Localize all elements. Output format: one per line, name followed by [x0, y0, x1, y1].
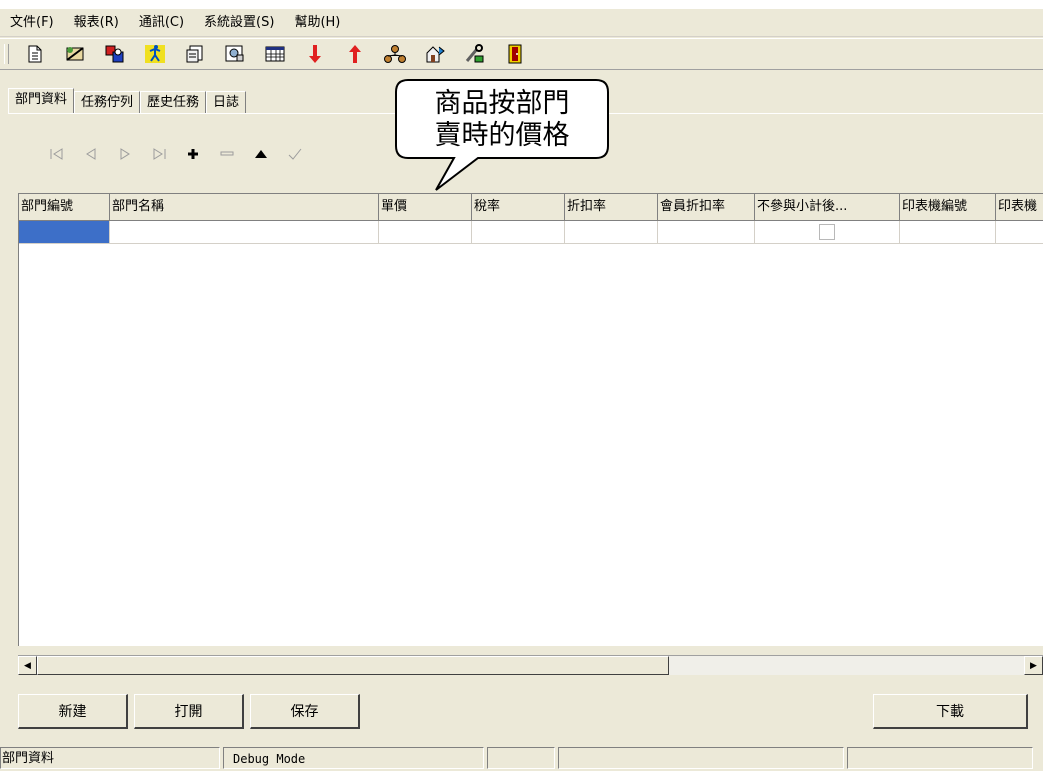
open-button[interactable]: 打開 — [134, 694, 244, 729]
record-navigator — [40, 143, 312, 165]
status-panel-section: 部門資料 — [0, 747, 220, 769]
edit-record-icon[interactable] — [250, 143, 272, 165]
post-record-icon[interactable] — [284, 143, 306, 165]
users-icon[interactable] — [104, 43, 126, 65]
window-top-edge — [0, 0, 1043, 9]
delete-record-icon[interactable] — [216, 143, 238, 165]
tab-strip: 部門資料 任務佇列 歷史任務 日誌 — [8, 88, 247, 113]
status-bar: 部門資料 Debug Mode — [0, 747, 1043, 771]
status-panel-mode: Debug Mode — [223, 747, 484, 769]
last-record-icon[interactable] — [148, 143, 170, 165]
export-icon[interactable] — [224, 43, 246, 65]
callout-text: 商品按部門 賣時的價格 — [396, 88, 608, 152]
column-header-printer[interactable]: 印表機 — [996, 194, 1043, 220]
column-header-member-discount[interactable]: 會員折扣率 — [658, 194, 755, 220]
menu-reports[interactable]: 報表(R) — [64, 12, 129, 34]
download-arrow-icon[interactable] — [304, 43, 326, 65]
scroll-right-icon[interactable]: ▶ — [1024, 656, 1043, 675]
column-header-discount-rate[interactable]: 折扣率 — [565, 194, 658, 220]
new-doc-icon[interactable] — [24, 43, 46, 65]
column-header-printer-no[interactable]: 印表機編號 — [900, 194, 996, 220]
menu-help[interactable]: 幫助(H) — [284, 12, 350, 34]
scroll-left-icon[interactable]: ◀ — [18, 656, 37, 675]
calendar-icon[interactable] — [264, 43, 286, 65]
network-icon[interactable] — [384, 43, 406, 65]
callout-line-1: 商品按部門 — [434, 88, 570, 119]
first-record-icon[interactable] — [46, 143, 68, 165]
menu-bar: 文件(F) 報表(R) 通訊(C) 系統設置(S) 幫助(H) — [0, 9, 1043, 37]
save-button[interactable]: 保存 — [250, 694, 360, 729]
grid-header: 部門編號 部門名稱 單價 稅率 折扣率 會員折扣率 不參與小計後... 印表機編… — [19, 194, 1043, 221]
exclude-subtotal-checkbox[interactable] — [819, 224, 835, 240]
column-header-tax-rate[interactable]: 稅率 — [472, 194, 565, 220]
callout-line-2: 賣時的價格 — [434, 120, 570, 151]
transfer-icon[interactable] — [424, 43, 446, 65]
table-cell-checkbox[interactable] — [755, 221, 900, 243]
table-cell[interactable] — [565, 221, 658, 243]
table-row[interactable] — [19, 221, 1043, 244]
next-record-icon[interactable] — [114, 143, 136, 165]
download-button[interactable]: 下載 — [873, 694, 1028, 729]
department-grid[interactable]: 部門編號 部門名稱 單價 稅率 折扣率 會員折扣率 不參與小計後... 印表機編… — [18, 193, 1043, 646]
status-panel-5 — [847, 747, 1033, 769]
tab-task-queue[interactable]: 任務佇列 — [74, 91, 141, 113]
tab-log[interactable]: 日誌 — [206, 91, 247, 113]
table-cell[interactable] — [996, 221, 1043, 243]
column-header-exclude-subtotal[interactable]: 不參與小計後... — [755, 194, 900, 220]
table-cell[interactable] — [472, 221, 565, 243]
settings-icon[interactable] — [464, 43, 486, 65]
status-panel-3 — [487, 747, 555, 769]
upload-arrow-icon[interactable] — [344, 43, 366, 65]
menu-system-settings[interactable]: 系統設置(S) — [194, 12, 284, 34]
status-panel-4 — [558, 747, 844, 769]
scrollbar-thumb[interactable] — [37, 656, 669, 675]
prev-record-icon[interactable] — [80, 143, 102, 165]
toolbar-grip[interactable] — [4, 44, 9, 64]
tab-task-history[interactable]: 歷史任務 — [140, 91, 207, 113]
menu-file[interactable]: 文件(F) — [0, 12, 64, 34]
table-cell-selected[interactable] — [19, 221, 110, 243]
tab-department-data[interactable]: 部門資料 — [8, 88, 75, 113]
column-header-dept-no[interactable]: 部門編號 — [19, 194, 110, 220]
copy-icon[interactable] — [184, 43, 206, 65]
column-header-dept-name[interactable]: 部門名稱 — [110, 194, 379, 220]
exit-icon[interactable] — [504, 43, 526, 65]
horizontal-scrollbar[interactable]: ◀ ▶ — [18, 655, 1043, 675]
table-cell[interactable] — [379, 221, 472, 243]
column-header-unit-price[interactable]: 單價 — [379, 194, 472, 220]
table-cell[interactable] — [658, 221, 755, 243]
table-cell[interactable] — [110, 221, 379, 243]
new-button[interactable]: 新建 — [18, 694, 128, 729]
tools-icon[interactable] — [64, 43, 86, 65]
toolbar — [0, 38, 1043, 70]
run-icon[interactable] — [144, 43, 166, 65]
table-cell[interactable] — [900, 221, 996, 243]
add-record-icon[interactable] — [182, 143, 204, 165]
menu-communication[interactable]: 通訊(C) — [129, 12, 194, 34]
